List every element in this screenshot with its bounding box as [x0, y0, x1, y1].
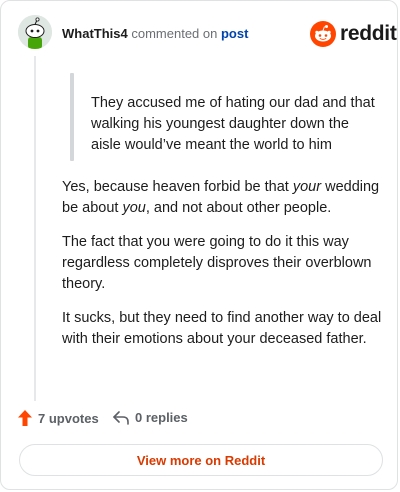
- upvote-count: 7 upvotes: [38, 410, 99, 426]
- reddit-logo[interactable]: reddit: [310, 21, 397, 47]
- comment-paragraph-1: Yes, because heaven forbid be that your …: [62, 177, 382, 219]
- quote-bar: [70, 73, 74, 161]
- comment-paragraph-2: The fact that you were going to do it th…: [62, 234, 372, 292]
- paragraph-1-emphasis-your: your: [292, 179, 322, 195]
- thread-line[interactable]: [34, 56, 36, 401]
- paragraph-1-text-c: , and not about other people.: [145, 200, 332, 216]
- reddit-comment-card: WhatThis4 commented on post reddit They …: [0, 0, 398, 490]
- paragraph-1-text-a: Yes, because heaven forbid be that: [62, 179, 293, 195]
- replies-button[interactable]: 0 replies: [113, 410, 188, 425]
- comment-paragraph-3: It sucks, but they need to find another …: [62, 310, 382, 347]
- commented-on-label: commented on: [131, 26, 218, 41]
- reply-arrow-icon: [113, 410, 129, 425]
- snoo-avatar-icon: [18, 15, 52, 49]
- reddit-wordmark: reddit: [340, 22, 397, 45]
- comment-header: WhatThis4 commented on post: [62, 26, 248, 41]
- reddit-snoo-icon: [310, 21, 336, 47]
- view-more-on-reddit-button[interactable]: View more on Reddit: [19, 444, 383, 476]
- paragraph-1-emphasis-you: you: [122, 200, 146, 216]
- reply-count: 0 replies: [135, 410, 188, 425]
- username-link[interactable]: WhatThis4: [62, 26, 128, 41]
- post-link[interactable]: post: [221, 26, 248, 41]
- upvote-arrow-icon: [18, 410, 32, 426]
- user-avatar[interactable]: [18, 15, 52, 49]
- upvote-button[interactable]: 7 upvotes: [18, 410, 99, 426]
- quoted-text: They accused me of hating our dad and th…: [91, 95, 375, 153]
